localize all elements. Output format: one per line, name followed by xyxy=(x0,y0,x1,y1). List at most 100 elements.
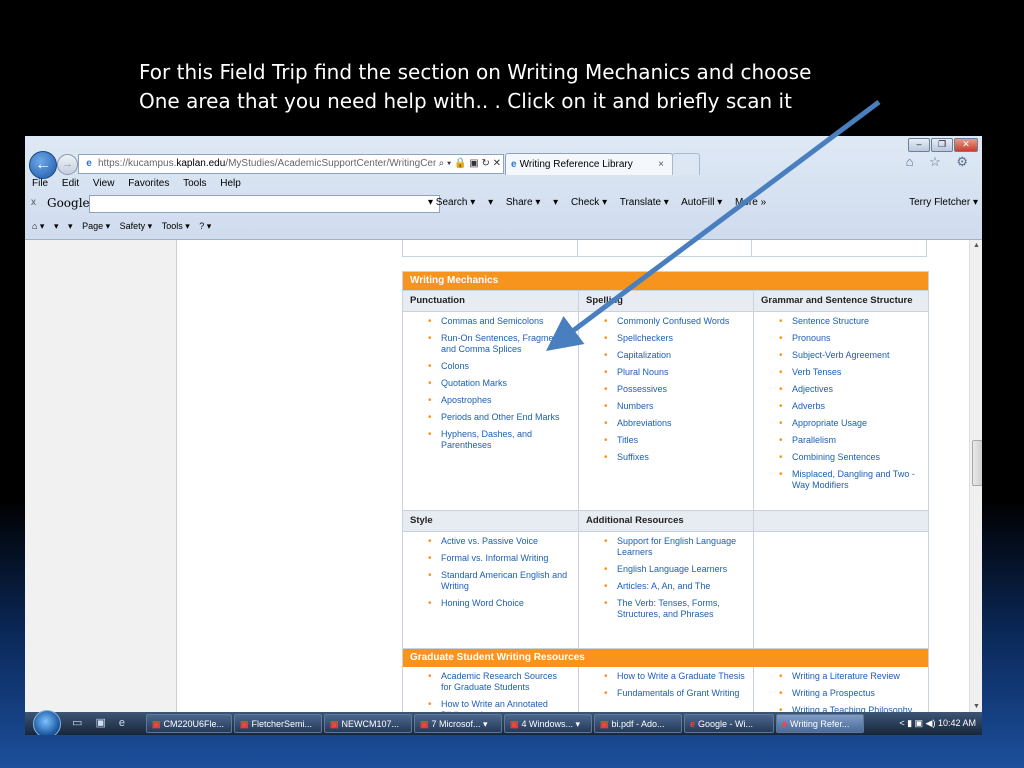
resource-link[interactable]: Run-On Sentences, Fragments, and Comma S… xyxy=(428,333,578,355)
taskbar-item[interactable]: ▣ CM220U6Fle... xyxy=(146,714,232,733)
check-button[interactable]: Check ▾ xyxy=(571,197,607,208)
resource-link[interactable]: Academic Research Sources for Graduate S… xyxy=(428,671,578,693)
resource-link[interactable]: Suffixes xyxy=(604,452,753,463)
taskbar-item[interactable]: ▣ NEWCM107... xyxy=(324,714,412,733)
resource-link[interactable]: Support for English Language Learners xyxy=(604,536,753,558)
back-arrow-icon[interactable]: ← xyxy=(29,151,57,179)
page-menu[interactable]: Page ▾ xyxy=(82,221,110,231)
resource-link[interactable]: Appropriate Usage xyxy=(779,418,928,429)
resource-link[interactable]: Combining Sentences xyxy=(779,452,928,463)
feeds-icon[interactable]: ▾ xyxy=(54,221,59,231)
resource-link[interactable]: Formal vs. Informal Writing xyxy=(428,553,578,564)
resource-link[interactable]: Adverbs xyxy=(779,401,928,412)
writing-mechanics-section: Writing Mechanics Punctuation Commas and… xyxy=(402,271,929,656)
resource-link[interactable]: Writing a Prospectus xyxy=(779,688,928,699)
taskbar-item[interactable]: ▣ bi.pdf - Ado... xyxy=(594,714,682,733)
more-button[interactable]: More » xyxy=(735,197,766,208)
print-icon[interactable]: ▾ xyxy=(68,221,73,231)
resource-link[interactable]: Adjectives xyxy=(779,384,928,395)
new-tab-button[interactable] xyxy=(672,153,700,175)
resource-link[interactable]: Sentence Structure xyxy=(779,316,928,327)
resource-link[interactable]: Articles: A, An, and The xyxy=(604,581,753,592)
google-search-input[interactable] xyxy=(89,195,440,213)
resource-link[interactable]: Hyphens, Dashes, and Parentheses xyxy=(428,429,578,451)
resource-link[interactable]: Possessives xyxy=(604,384,753,395)
resource-link[interactable]: Quotation Marks xyxy=(428,378,578,389)
menu-edit[interactable]: Edit xyxy=(62,178,79,189)
resource-link[interactable]: Honing Word Choice xyxy=(428,598,578,609)
taskbar-item[interactable]: ▣ 7 Microsof... ▾ xyxy=(414,714,502,733)
resource-link[interactable]: Abbreviations xyxy=(604,418,753,429)
taskbar-item[interactable]: e Google - Wi... xyxy=(684,714,774,733)
user-account-button[interactable]: Terry Fletcher ▾ xyxy=(909,192,978,214)
resource-link[interactable]: Subject-Verb Agreement xyxy=(779,350,928,361)
forward-arrow-icon[interactable]: → xyxy=(57,154,78,175)
taskbar-item[interactable]: e Writing Refer... xyxy=(776,714,864,733)
home-favorites-tools-icons[interactable]: ⌂ ☆ ⚙ xyxy=(906,154,974,170)
resource-link[interactable]: Capitalization xyxy=(604,350,753,361)
address-tools-icons[interactable]: ⌕ ▾ 🔒 ▣ ↻ ✕ xyxy=(435,155,501,173)
taskbar-app-icon: ▣ xyxy=(600,719,609,729)
vertical-scrollbar[interactable]: ▲ ▼ xyxy=(969,240,982,712)
resource-link[interactable]: Misplaced, Dangling and Two -Way Modifie… xyxy=(779,469,928,491)
help-icon[interactable]: ? ▾ xyxy=(199,221,211,231)
quick-launch-icons[interactable]: ▭ ▣ e xyxy=(72,716,130,729)
resource-link[interactable]: Parallelism xyxy=(779,435,928,446)
resource-link[interactable]: Spellcheckers xyxy=(604,333,753,344)
menu-help[interactable]: Help xyxy=(220,178,241,189)
scroll-down-icon[interactable]: ▼ xyxy=(973,703,980,710)
left-pane xyxy=(25,240,177,712)
share-button[interactable]: Share ▾ xyxy=(506,197,540,208)
start-button[interactable] xyxy=(33,710,61,735)
resource-link[interactable]: The Verb: Tenses, Forms, Structures, and… xyxy=(604,598,753,620)
address-url-prefix: https://kucampus. xyxy=(98,158,177,169)
taskbar-item[interactable]: ▣ 4 Windows... ▾ xyxy=(504,714,592,733)
resource-link[interactable]: Fundamentals of Grant Writing xyxy=(604,688,753,699)
minimize-button[interactable]: – xyxy=(908,138,930,152)
taskbar-item[interactable]: ▣ FletcherSemi... xyxy=(234,714,322,733)
resource-link[interactable]: Active vs. Passive Voice xyxy=(428,536,578,547)
resource-link[interactable]: Commas and Semicolons xyxy=(428,316,578,327)
menu-file[interactable]: File xyxy=(32,178,48,189)
resource-link[interactable]: Numbers xyxy=(604,401,753,412)
scroll-up-icon[interactable]: ▲ xyxy=(973,242,980,249)
safety-menu[interactable]: Safety ▾ xyxy=(120,221,153,231)
toolbar-item-4[interactable]: ▾ xyxy=(553,197,558,208)
resource-link[interactable]: Colons xyxy=(428,361,578,372)
restore-button[interactable]: ❐ xyxy=(931,138,953,152)
address-bar[interactable]: e https://kucampus.kaplan.edu/MyStudies/A… xyxy=(78,154,504,174)
close-button[interactable]: ✕ xyxy=(954,138,978,152)
resource-link[interactable]: How to Write an Annotated Bibliography xyxy=(428,699,578,712)
taskbar-item-label: Google - Wi... xyxy=(698,719,754,729)
resource-link[interactable]: Verb Tenses xyxy=(779,367,928,378)
resource-link[interactable]: Plural Nouns xyxy=(604,367,753,378)
scroll-thumb[interactable] xyxy=(972,440,982,486)
taskbar-item-label: 4 Windows... ▾ xyxy=(521,719,581,729)
resource-link[interactable]: Writing a Teaching Philosophy xyxy=(779,705,928,712)
resource-link[interactable]: Pronouns xyxy=(779,333,928,344)
resource-link[interactable]: Standard American English and Writing xyxy=(428,570,578,592)
resource-link[interactable]: Periods and Other End Marks xyxy=(428,412,578,423)
autofill-button[interactable]: AutoFill ▾ xyxy=(681,197,722,208)
tab-writing-reference-library[interactable]: e Writing Reference Library × xyxy=(505,153,673,175)
toolbar-item-2[interactable]: ▾ xyxy=(488,197,493,208)
resource-link[interactable]: How to Write a Graduate Thesis xyxy=(604,671,753,682)
resource-link[interactable]: Apostrophes xyxy=(428,395,578,406)
menu-tools[interactable]: Tools xyxy=(183,178,206,189)
translate-button[interactable]: Translate ▾ xyxy=(620,197,669,208)
menu-favorites[interactable]: Favorites xyxy=(128,178,169,189)
column-heading: Spelling xyxy=(579,290,753,312)
resource-link[interactable]: Writing a Literature Review xyxy=(779,671,928,682)
resource-link[interactable]: Titles xyxy=(604,435,753,446)
home-icon[interactable]: ⌂ ▾ xyxy=(32,221,44,231)
address-url-host: kaplan.edu xyxy=(176,158,226,169)
menu-view[interactable]: View xyxy=(93,178,115,189)
resource-link[interactable]: Commonly Confused Words xyxy=(604,316,753,327)
tab-close-icon[interactable]: × xyxy=(658,154,664,175)
google-search-button[interactable]: ▾ Search ▾ xyxy=(428,197,475,208)
tools-menu[interactable]: Tools ▾ xyxy=(162,221,190,231)
resource-link[interactable]: English Language Learners xyxy=(604,564,753,575)
tray-icons[interactable]: < ▮ ▣ ◀) xyxy=(899,718,938,728)
close-toolbar-icon[interactable]: x xyxy=(31,192,36,214)
window-controls: – ❐ ✕ xyxy=(908,138,978,152)
